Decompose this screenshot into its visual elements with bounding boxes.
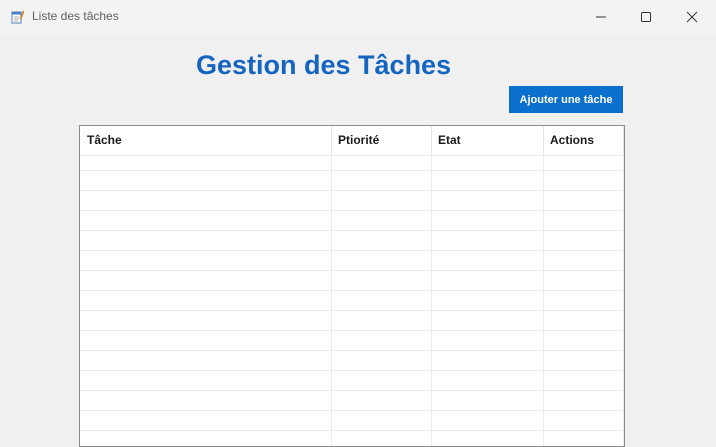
title-bar: Liste des tâches bbox=[0, 0, 716, 34]
table-row bbox=[80, 211, 624, 231]
table-cell bbox=[332, 271, 432, 290]
table-cell bbox=[544, 211, 624, 230]
column-header-task[interactable]: Tâche bbox=[80, 126, 332, 155]
tasks-table[interactable]: Tâche Ptiorité Etat Actions bbox=[79, 125, 625, 447]
table-cell bbox=[332, 291, 432, 310]
table-row bbox=[80, 411, 624, 431]
maximize-icon bbox=[641, 12, 651, 22]
table-row bbox=[80, 431, 624, 446]
minimize-icon bbox=[596, 16, 606, 18]
table-cell bbox=[80, 251, 332, 270]
column-header-state[interactable]: Etat bbox=[432, 126, 544, 155]
table-cell bbox=[544, 251, 624, 270]
app-window: Liste des tâches Gestion des Tâches Ajou… bbox=[0, 0, 716, 447]
table-cell bbox=[80, 371, 332, 390]
table-cell bbox=[332, 391, 432, 410]
table-body bbox=[80, 171, 624, 446]
table-cell bbox=[544, 231, 624, 250]
column-header-priority[interactable]: Ptiorité bbox=[332, 126, 432, 155]
table-cell bbox=[544, 271, 624, 290]
table-cell bbox=[432, 211, 544, 230]
table-row bbox=[80, 271, 624, 291]
table-cell bbox=[544, 171, 624, 190]
table-cell bbox=[432, 271, 544, 290]
table-row bbox=[80, 391, 624, 411]
table-row bbox=[80, 171, 624, 191]
table-cell bbox=[432, 411, 544, 430]
table-row bbox=[80, 231, 624, 251]
table-cell bbox=[432, 371, 544, 390]
table-row bbox=[80, 291, 624, 311]
table-cell bbox=[544, 291, 624, 310]
table-cell bbox=[80, 271, 332, 290]
table-cell bbox=[332, 231, 432, 250]
table-cell bbox=[332, 191, 432, 210]
table-cell bbox=[80, 391, 332, 410]
table-row bbox=[80, 251, 624, 271]
table-cell bbox=[332, 171, 432, 190]
table-cell bbox=[80, 291, 332, 310]
table-cell bbox=[432, 351, 544, 370]
table-cell bbox=[332, 251, 432, 270]
table-cell bbox=[80, 311, 332, 330]
page-title: Gestion des Tâches bbox=[196, 50, 452, 80]
table-cell bbox=[544, 311, 624, 330]
table-cell bbox=[544, 191, 624, 210]
table-cell bbox=[332, 431, 432, 446]
table-row bbox=[80, 191, 624, 211]
table-row bbox=[80, 371, 624, 391]
table-cell bbox=[544, 411, 624, 430]
table-cell bbox=[80, 171, 332, 190]
table-cell bbox=[544, 331, 624, 350]
table-cell bbox=[332, 351, 432, 370]
table-cell bbox=[544, 371, 624, 390]
window-title: Liste des tâches bbox=[32, 9, 119, 23]
table-cell bbox=[332, 211, 432, 230]
table-cell bbox=[80, 411, 332, 430]
table-cell bbox=[80, 191, 332, 210]
table-cell bbox=[432, 291, 544, 310]
table-cell bbox=[544, 391, 624, 410]
table-cell bbox=[432, 191, 544, 210]
table-cell bbox=[432, 231, 544, 250]
table-cell bbox=[80, 351, 332, 370]
table-cell bbox=[432, 171, 544, 190]
table-cell bbox=[332, 331, 432, 350]
table-cell bbox=[432, 431, 544, 446]
table-header: Tâche Ptiorité Etat Actions bbox=[80, 126, 624, 156]
table-cell bbox=[544, 351, 624, 370]
table-row bbox=[80, 351, 624, 371]
column-header-actions[interactable]: Actions bbox=[544, 126, 624, 155]
table-cell bbox=[332, 311, 432, 330]
table-row bbox=[80, 311, 624, 331]
table-cell bbox=[80, 211, 332, 230]
table-cell bbox=[80, 331, 332, 350]
minimize-button[interactable] bbox=[578, 0, 624, 34]
table-cell bbox=[332, 371, 432, 390]
table-row bbox=[80, 331, 624, 351]
table-cell bbox=[432, 331, 544, 350]
add-task-button[interactable]: Ajouter une tâche bbox=[509, 86, 623, 113]
table-cell bbox=[432, 311, 544, 330]
table-cell bbox=[544, 431, 624, 446]
table-cell bbox=[432, 251, 544, 270]
app-notepad-icon bbox=[11, 10, 24, 24]
table-empty-row bbox=[80, 156, 624, 171]
close-icon bbox=[686, 11, 698, 23]
table-cell bbox=[332, 411, 432, 430]
table-cell bbox=[432, 391, 544, 410]
table-cell bbox=[80, 431, 332, 446]
close-button[interactable] bbox=[669, 0, 715, 34]
maximize-button[interactable] bbox=[623, 0, 669, 34]
table-cell bbox=[80, 231, 332, 250]
